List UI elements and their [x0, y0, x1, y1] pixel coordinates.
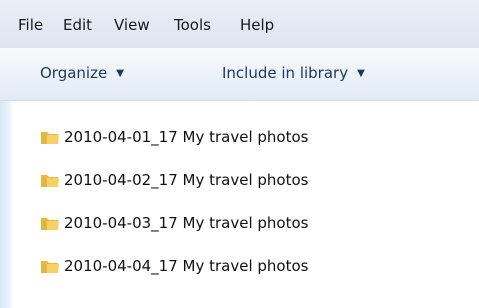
- list-item[interactable]: 2010-04-04_17 My travel photos: [40, 255, 308, 277]
- list-item[interactable]: 2010-04-01_17 My travel photos: [40, 126, 308, 148]
- list-item[interactable]: 2010-04-02_17 My travel photos: [40, 169, 308, 191]
- folder-icon: [41, 174, 59, 187]
- file-list: 2010-04-01_17 My travel photos 2010-04-0…: [14, 101, 479, 308]
- list-item[interactable]: 2010-04-03_17 My travel photos: [40, 212, 308, 234]
- chevron-down-icon: ▼: [116, 68, 124, 79]
- folder-name: 2010-04-01_17 My travel photos: [64, 127, 309, 146]
- folder-name: 2010-04-03_17 My travel photos: [64, 213, 309, 232]
- menu-help[interactable]: Help: [240, 18, 274, 33]
- include-in-library-button[interactable]: Include in library ▼: [222, 66, 365, 81]
- folder-icon: [41, 217, 59, 230]
- folder-name: 2010-04-02_17 My travel photos: [64, 170, 309, 189]
- folder-icon: [41, 131, 59, 144]
- menu-edit[interactable]: Edit: [63, 18, 92, 33]
- folder-icon: [41, 260, 59, 273]
- folder-name: 2010-04-04_17 My travel photos: [64, 256, 309, 275]
- command-bar: Organize ▼ Include in library ▼: [0, 48, 479, 101]
- chevron-down-icon: ▼: [357, 68, 365, 79]
- menu-bar: File Edit View Tools Help: [0, 0, 479, 48]
- menu-tools[interactable]: Tools: [174, 18, 211, 33]
- navigation-pane-edge: [0, 101, 14, 308]
- organize-button[interactable]: Organize ▼: [40, 66, 124, 81]
- organize-label: Organize: [40, 64, 108, 82]
- menu-view[interactable]: View: [114, 18, 150, 33]
- include-in-library-label: Include in library: [222, 64, 349, 82]
- menu-file[interactable]: File: [18, 18, 43, 33]
